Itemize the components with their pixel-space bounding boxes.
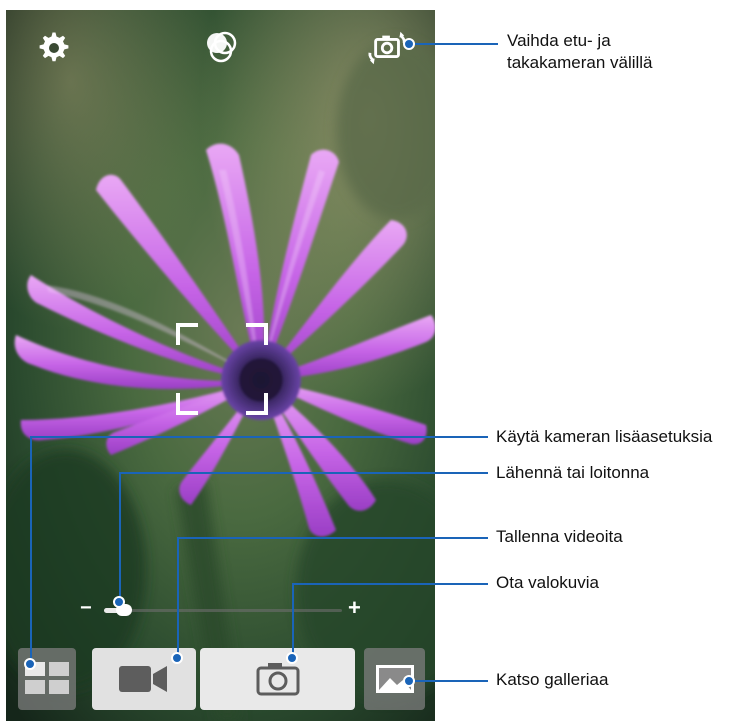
callout-advanced-settings: Käytä kameran lisäasetuksia	[496, 427, 713, 446]
zoom-track	[104, 609, 342, 612]
callout-zoom: Lähennä tai loitonna	[496, 463, 650, 482]
callout-record-video: Tallenna videoita	[496, 527, 623, 546]
gallery-button[interactable]	[364, 648, 425, 710]
camera-viewfinder[interactable]: − +	[6, 10, 435, 721]
callout-gallery: Katso galleriaa	[496, 670, 609, 689]
shutter-button[interactable]	[200, 648, 355, 710]
camera-icon	[256, 663, 299, 696]
switch-camera-button[interactable]	[368, 28, 408, 68]
video-camera-icon	[119, 666, 167, 692]
camera-modes-button[interactable]	[18, 648, 76, 710]
focus-frame	[176, 323, 268, 415]
callout-switch-camera: Vaihda etu- ja takakameran välillä	[507, 31, 653, 72]
gear-icon	[39, 32, 69, 62]
callout-take-photo: Ota valokuvia	[496, 573, 599, 592]
zoom-in-label: +	[348, 595, 361, 620]
zoom-out-label: −	[80, 597, 92, 619]
effects-icon	[207, 31, 237, 63]
settings-button[interactable]	[34, 28, 74, 68]
switch-camera-icon	[368, 31, 406, 65]
effects-button[interactable]	[201, 28, 241, 68]
